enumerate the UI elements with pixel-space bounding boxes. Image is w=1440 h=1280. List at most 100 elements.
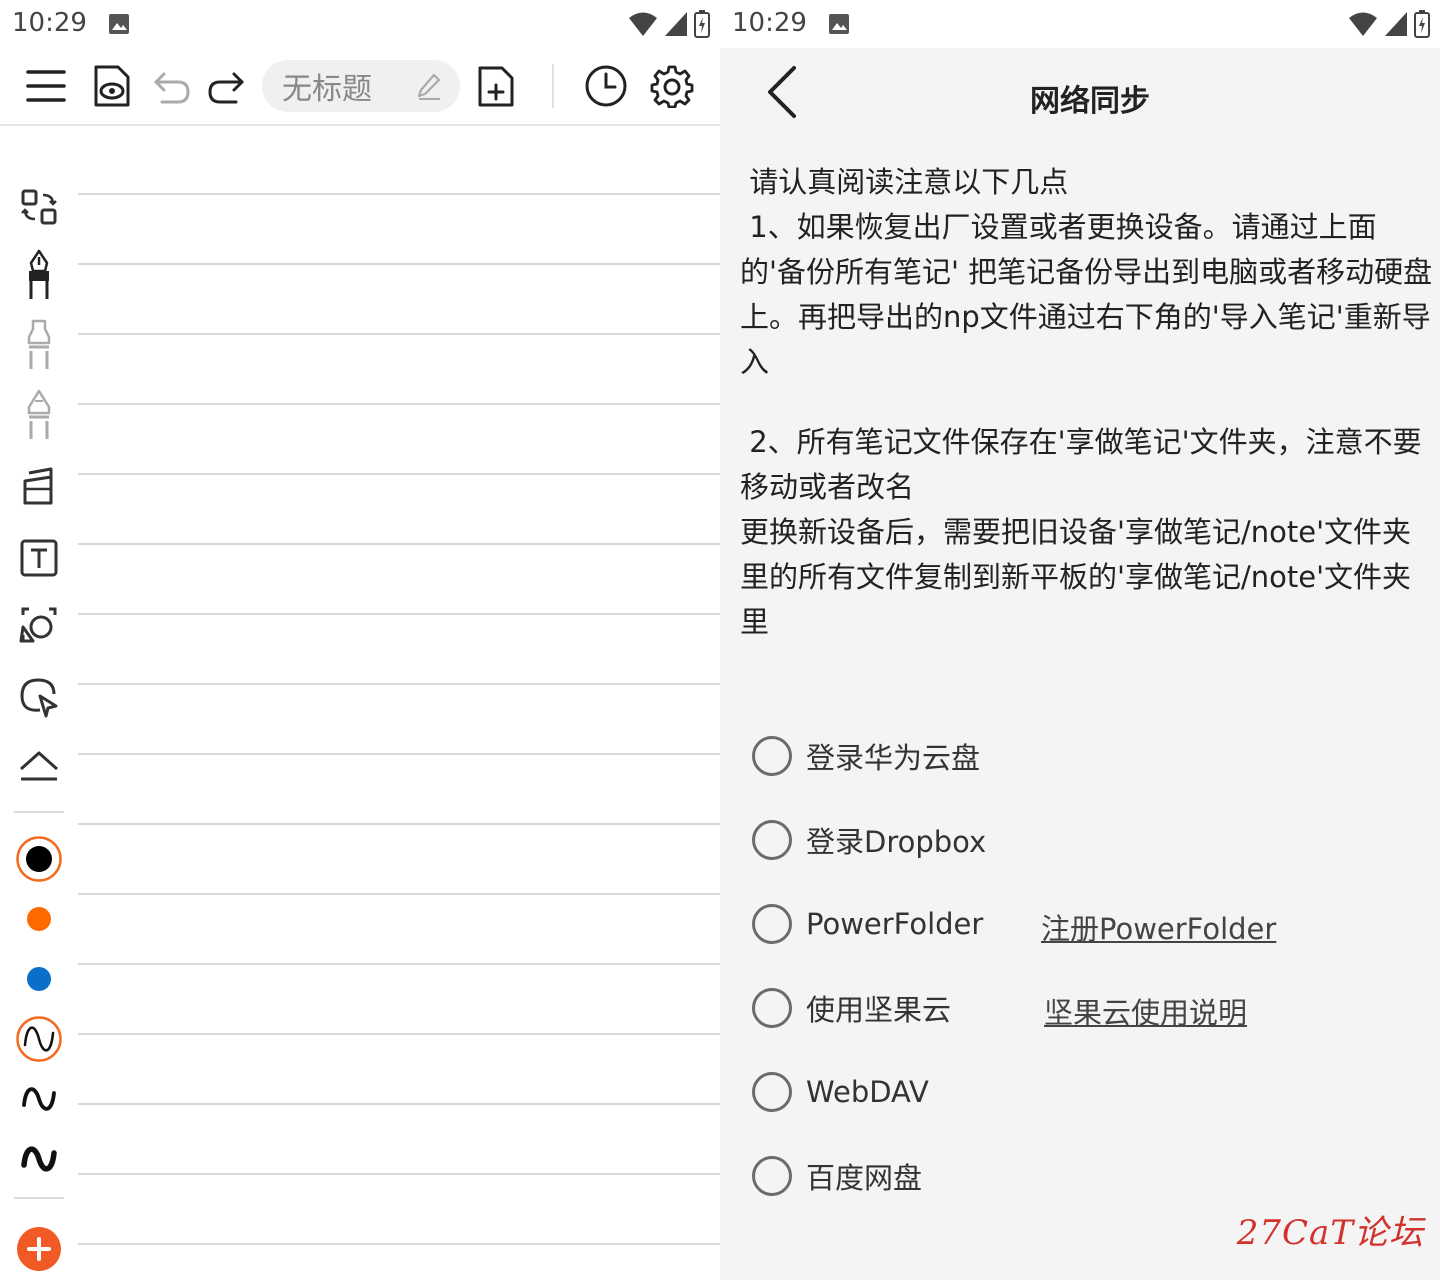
- lasso-select-icon: [20, 678, 58, 718]
- lasso-select-tool[interactable]: [14, 673, 64, 723]
- notice-line: 更换新设备后，需要把旧设备'享做笔记/note'文件夹里的所有文件复制到新平板的…: [740, 515, 1412, 639]
- add-color-button[interactable]: [14, 1224, 64, 1274]
- settings-button[interactable]: [646, 60, 698, 112]
- add-page-icon: [478, 66, 514, 107]
- sidebar-divider: [14, 811, 64, 813]
- status-bar: 10:29: [720, 0, 1440, 48]
- ruled-line: [78, 263, 720, 265]
- stroke-thin-icon: [16, 1016, 62, 1062]
- ruled-line: [78, 1033, 720, 1035]
- option-dropbox[interactable]: 登录Dropbox: [752, 812, 986, 868]
- stroke-thick-button[interactable]: [14, 1134, 64, 1184]
- battery-icon: [1414, 10, 1430, 38]
- radio-button[interactable]: [752, 1072, 792, 1112]
- ruled-line: [78, 613, 720, 615]
- eraser-tool[interactable]: [14, 462, 64, 512]
- shape-tool[interactable]: [14, 602, 64, 652]
- status-bar: 10:29: [0, 0, 720, 48]
- stroke-thick-icon: [21, 1146, 57, 1172]
- cell-signal-icon: [1385, 12, 1407, 36]
- add-page-button[interactable]: [470, 60, 522, 112]
- color-swatch-orange: [27, 907, 51, 931]
- undo-button[interactable]: [146, 60, 198, 112]
- color-swatch-blue: [27, 967, 51, 991]
- option-label: 使用坚果云: [806, 993, 952, 1027]
- highlighter-icon: [27, 389, 51, 439]
- collapse-icon: [20, 751, 58, 781]
- page-title: 网络同步: [1030, 84, 1150, 119]
- ruled-line: [78, 1103, 720, 1105]
- ruled-line: [78, 963, 720, 965]
- wifi-icon: [1349, 12, 1377, 36]
- notice-line: 请认真阅读注意以下几点: [740, 165, 1069, 199]
- preview-button[interactable]: [86, 60, 138, 112]
- history-button[interactable]: [580, 60, 632, 112]
- document-eye-icon: [94, 65, 130, 107]
- status-icons: [628, 10, 710, 38]
- option-huawei-cloud[interactable]: 登录华为云盘: [752, 728, 980, 784]
- radio-button[interactable]: [752, 988, 792, 1028]
- ruled-line: [78, 543, 720, 545]
- text-box-icon: [20, 539, 58, 577]
- ruled-line: [78, 683, 720, 685]
- forum-watermark: 27CaT论坛: [1236, 1213, 1424, 1253]
- text-tool[interactable]: [14, 533, 64, 583]
- radio-button[interactable]: [752, 1156, 792, 1196]
- highlighter-tool[interactable]: [14, 389, 64, 440]
- option-baidu-pan[interactable]: 百度网盘: [752, 1148, 922, 1204]
- battery-icon: [694, 10, 710, 38]
- fountain-pen-tool[interactable]: [14, 249, 64, 300]
- notice-line: 2、所有笔记文件保存在'享做笔记'文件夹，注意不要移动或者改名: [740, 425, 1422, 504]
- register-powerfolder-link[interactable]: 注册PowerFolder: [1041, 906, 1276, 948]
- image-notification-icon: [108, 13, 130, 39]
- radio-button[interactable]: [752, 904, 792, 944]
- toolbar-divider: [552, 64, 554, 108]
- radio-button[interactable]: [752, 820, 792, 860]
- option-label: PowerFolder: [806, 907, 984, 941]
- eraser-icon: [23, 467, 53, 505]
- collapse-toolbar-button[interactable]: [14, 740, 64, 790]
- radio-button[interactable]: [752, 736, 792, 776]
- marker-icon: [27, 319, 51, 369]
- option-label: WebDAV: [806, 1075, 929, 1109]
- color-orange-button[interactable]: [14, 894, 64, 944]
- note-title-field[interactable]: 无标题: [262, 60, 460, 112]
- menu-button[interactable]: [20, 60, 72, 112]
- redo-button[interactable]: [200, 60, 252, 112]
- color-swatch-black-selected: [16, 836, 62, 882]
- clock-icon: [585, 65, 627, 107]
- marker-tool[interactable]: [14, 319, 64, 370]
- lasso-shape-icon: [19, 607, 57, 643]
- option-label: 登录华为云盘: [806, 741, 981, 775]
- ruled-line: [78, 1173, 720, 1175]
- ruled-line: [78, 193, 720, 195]
- fountain-pen-icon: [29, 249, 49, 299]
- color-blue-button[interactable]: [14, 954, 64, 1004]
- notice-line: 1、如果恢复出厂设置或者更换设备。请通过上面的'备份所有笔记' 把笔记备份导出到…: [740, 210, 1433, 379]
- image-notification-icon: [828, 13, 850, 39]
- edit-pencil-icon: [416, 72, 442, 104]
- stroke-thin-button[interactable]: [14, 1014, 64, 1064]
- redo-icon: [208, 72, 244, 104]
- ruled-line: [78, 823, 720, 825]
- color-black-button[interactable]: [14, 834, 64, 884]
- status-icons: [1348, 10, 1430, 38]
- option-jianguoyun[interactable]: 使用坚果云: [752, 980, 951, 1036]
- option-webdav[interactable]: WebDAV: [752, 1064, 929, 1120]
- stroke-medium-button[interactable]: [14, 1074, 64, 1124]
- status-time: 10:29: [732, 8, 807, 38]
- note-editor-pane: 10:29 无标题: [0, 0, 720, 1280]
- wifi-icon: [629, 12, 657, 36]
- hamburger-menu-icon: [26, 70, 66, 102]
- jianguoyun-help-link[interactable]: 坚果云使用说明: [1044, 990, 1247, 1032]
- network-sync-pane: 10:29 网络同步 请认真阅读注意以下几点 1、如果恢复出厂设置或者更换设备。…: [720, 0, 1440, 1280]
- note-title: 无标题: [282, 72, 372, 107]
- ruled-line: [78, 753, 720, 755]
- ruled-line: [78, 473, 720, 475]
- stroke-medium-icon: [22, 1087, 56, 1111]
- gear-icon: [650, 65, 694, 108]
- option-powerfolder[interactable]: PowerFolder: [752, 896, 983, 952]
- ruled-line: [78, 893, 720, 895]
- status-time: 10:29: [12, 8, 87, 38]
- layout-switch-button[interactable]: [14, 182, 64, 232]
